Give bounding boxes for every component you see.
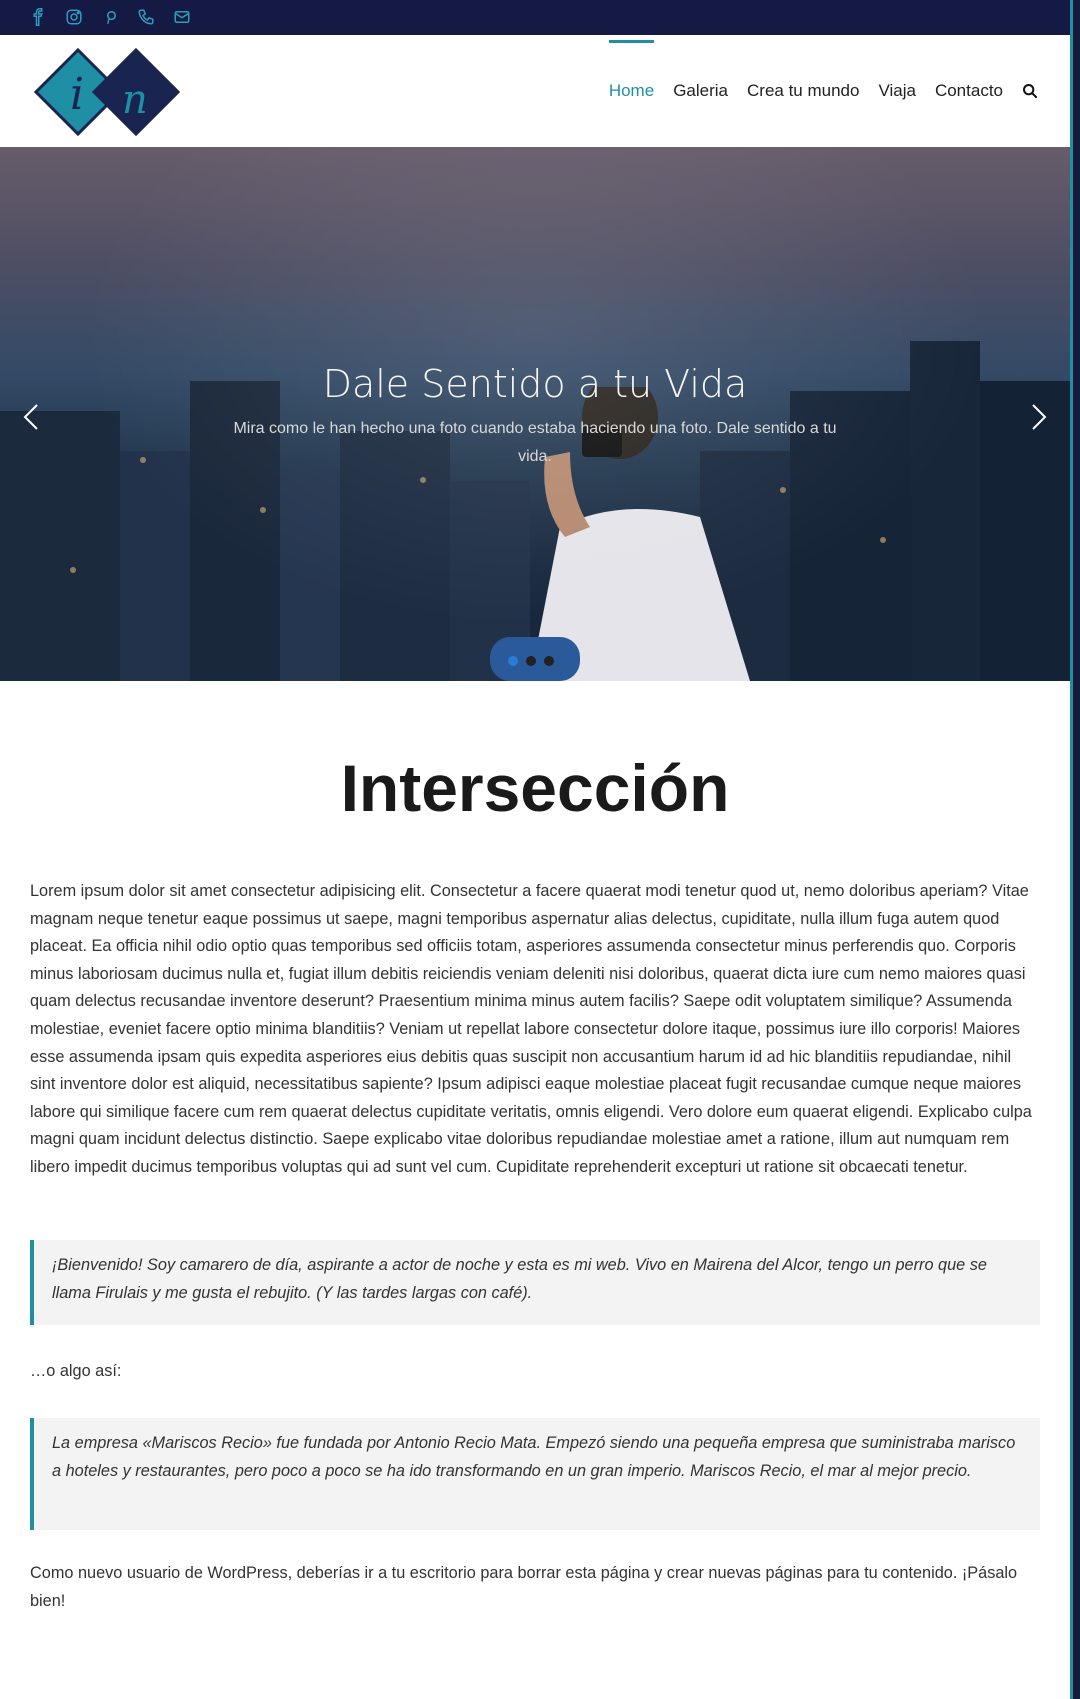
- slider-prev-icon[interactable]: [16, 397, 46, 437]
- search-icon[interactable]: [1022, 82, 1040, 100]
- hero-subtitle: Mira como le han hecho una foto cuando e…: [233, 420, 837, 465]
- intro-paragraph: Lorem ipsum dolor sit amet consectetur a…: [30, 882, 1032, 1176]
- slider-dot[interactable]: [508, 656, 518, 666]
- final-paragraph: Como nuevo usuario de WordPress, debería…: [30, 1564, 1018, 1610]
- phone-icon[interactable]: [135, 6, 157, 28]
- nav-galeria[interactable]: Galeria: [673, 35, 728, 147]
- o-algo-paragraph: …o algo así:: [30, 1362, 122, 1380]
- nav-contacto[interactable]: Contacto: [935, 35, 1003, 147]
- hero-title: Dale Sentido a tu Vida: [322, 362, 748, 406]
- mail-icon[interactable]: [171, 6, 193, 28]
- top-bar: [0, 0, 1070, 35]
- site-header: i n Home Galeria Crea tu mundo Viaja Con…: [0, 35, 1070, 147]
- page: i n Home Galeria Crea tu mundo Viaja Con…: [0, 0, 1070, 1699]
- slider-dot[interactable]: [544, 656, 554, 666]
- blockquote-mariscos-recio: La empresa «Mariscos Recio» fue fundada …: [30, 1418, 1040, 1530]
- facebook-icon[interactable]: [27, 6, 49, 28]
- slider-dot[interactable]: [526, 656, 536, 666]
- nav-viaja[interactable]: Viaja: [878, 35, 916, 147]
- slider-pagination: [508, 656, 562, 666]
- nav-crea-tu-mundo[interactable]: Crea tu mundo: [747, 35, 859, 147]
- slider-next-icon[interactable]: [1024, 397, 1054, 437]
- site-logo[interactable]: i n: [33, 47, 181, 137]
- blockquote-bienvenido: ¡Bienvenido! Soy camarero de día, aspira…: [30, 1240, 1040, 1325]
- main-nav: Home Galeria Crea tu mundo Viaja Contact…: [590, 35, 1040, 147]
- svg-text:n: n: [122, 77, 148, 123]
- page-scrollbar[interactable]: [1070, 0, 1080, 1699]
- nav-home[interactable]: Home: [608, 35, 655, 147]
- instagram-icon[interactable]: [63, 6, 85, 28]
- hero-slider: Dale Sentido a tu Vida Mira como le han …: [0, 147, 1070, 681]
- pinterest-icon[interactable]: [99, 6, 121, 28]
- svg-text:i: i: [70, 69, 84, 120]
- page-title: Intersección: [340, 751, 730, 825]
